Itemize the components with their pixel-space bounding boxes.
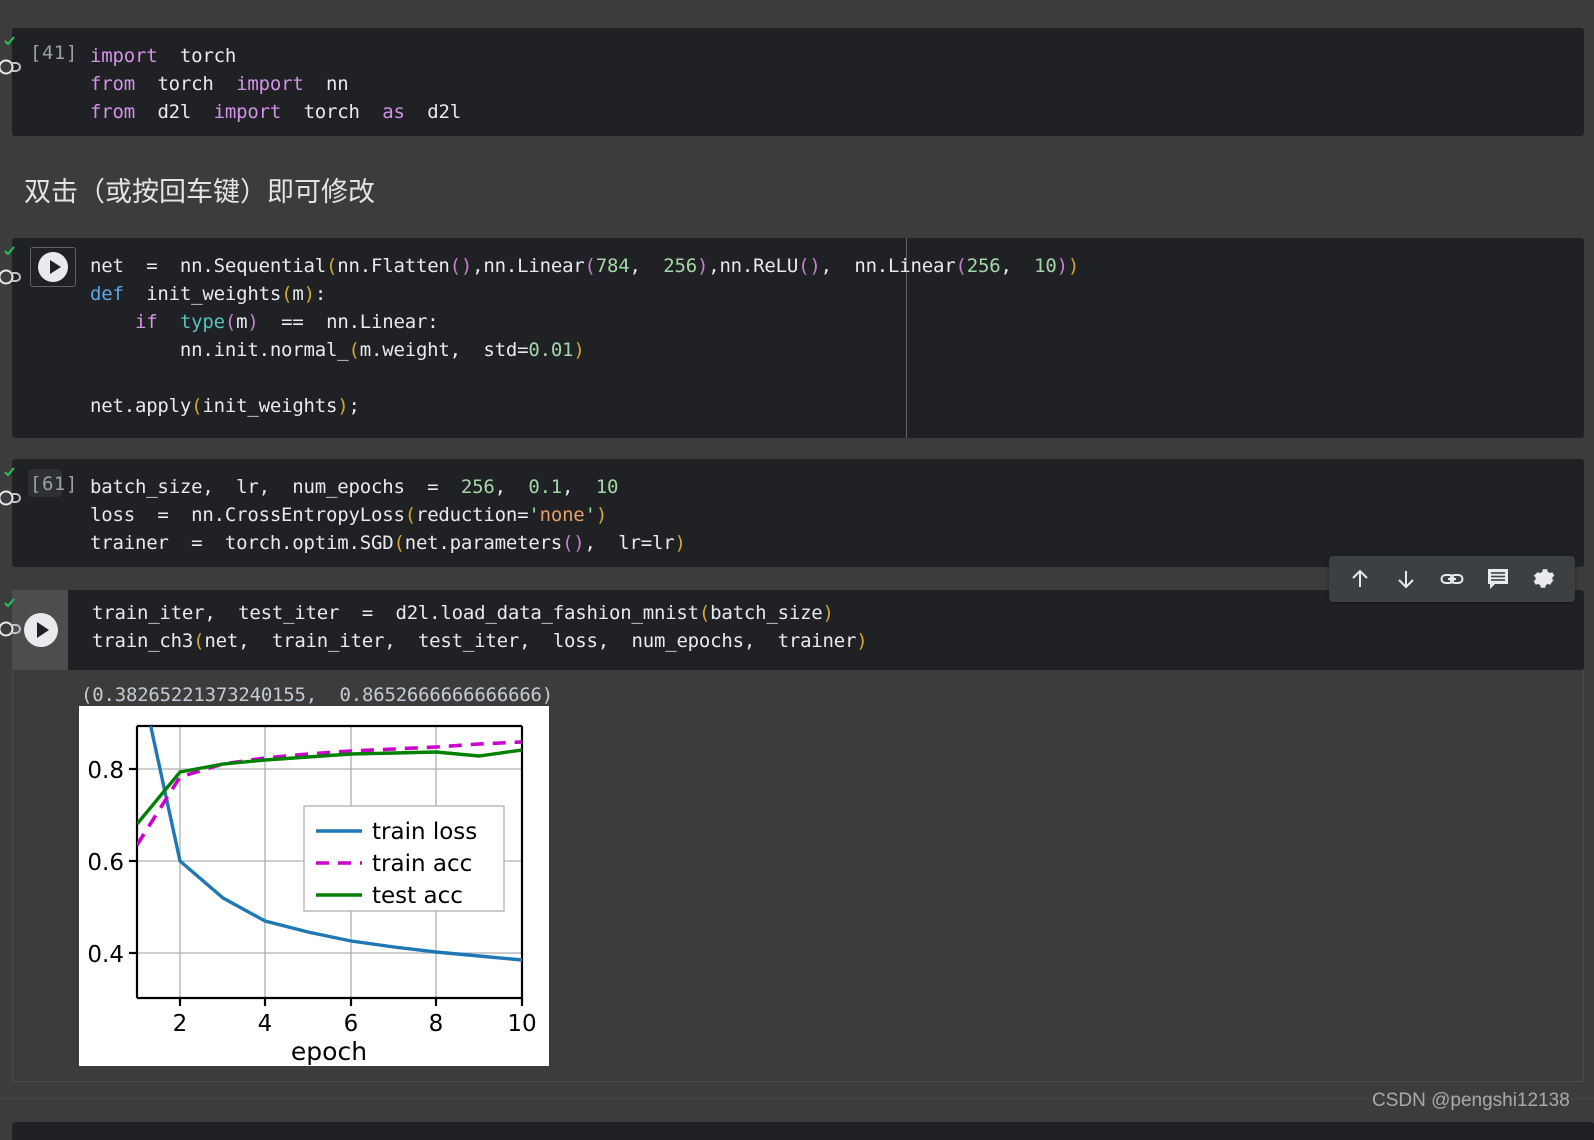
code-content-hyperparams[interactable]: batch_size, lr, num_epochs = 256, 0.1, 1… — [90, 473, 686, 557]
svg-text:6: 6 — [344, 1011, 359, 1037]
cell-status-check-icon-2 — [4, 246, 15, 256]
svg-text:0.6: 0.6 — [87, 850, 124, 876]
cell-link-handle-icon-3[interactable] — [0, 487, 22, 509]
move-cell-up-icon — [1352, 569, 1368, 587]
link-icon — [1440, 574, 1464, 584]
cell-link-handle-icon-2[interactable] — [0, 266, 22, 288]
svg-text:0.8: 0.8 — [87, 758, 124, 784]
output-stdout-text: (0.38265221373240155, 0.8652666666666666… — [81, 684, 554, 706]
code-cell-imports[interactable]: [41] import torch from torch import nn f… — [12, 28, 1584, 136]
svg-text:8: 8 — [429, 1011, 444, 1037]
code-content-net[interactable]: net = nn.Sequential(nn.Flatten(),nn.Line… — [90, 252, 1079, 420]
legend-label-train-loss: train loss — [372, 819, 477, 845]
matplotlib-figure: 0.8 0.6 0.4 2 4 6 8 10 epoch train loss … — [79, 706, 549, 1066]
link-to-cell-button[interactable] — [1429, 556, 1475, 602]
code-cell-net[interactable]: net = nn.Sequential(nn.Flatten(),nn.Line… — [12, 238, 1584, 438]
cell-status-check-icon-3 — [4, 467, 15, 477]
move-cell-down-button[interactable] — [1383, 556, 1429, 602]
svg-text:10: 10 — [507, 1011, 536, 1037]
play-icon-train — [37, 622, 49, 638]
execution-count-label: [41] — [30, 42, 78, 64]
cell-status-check-icon — [4, 36, 15, 46]
code-content-imports[interactable]: import torch from torch import nn from d… — [90, 42, 461, 126]
cell-settings-button[interactable] — [1521, 556, 1567, 602]
play-icon — [49, 260, 61, 274]
code-content-train[interactable]: train_iter, test_iter = d2l.load_data_fa… — [92, 599, 868, 655]
legend-label-test-acc: test acc — [372, 883, 463, 909]
notebook-page: [41] import torch from torch import nn f… — [0, 0, 1594, 1140]
gear-icon — [1533, 569, 1555, 588]
svg-text:0.4: 0.4 — [87, 942, 124, 968]
run-cell-button-train[interactable] — [24, 613, 58, 647]
page-seam-divider — [0, 1098, 1594, 1099]
run-cell-button[interactable] — [38, 252, 68, 282]
move-cell-down-icon — [1398, 571, 1414, 589]
cell-link-handle-icon-4[interactable] — [0, 618, 22, 640]
cell-status-check-icon-4 — [4, 598, 15, 608]
add-comment-button[interactable] — [1475, 556, 1521, 602]
next-cell-strip[interactable] — [12, 1122, 1594, 1140]
code-cell-train[interactable]: train_iter, test_iter = d2l.load_data_fa… — [12, 590, 1584, 670]
comment-icon — [1488, 569, 1508, 589]
cell-output-area: (0.38265221373240155, 0.8652666666666666… — [12, 670, 1584, 1082]
watermark-text: CSDN @pengshi12138 — [1372, 1090, 1570, 1111]
svg-text:2: 2 — [173, 1011, 188, 1037]
svg-text:4: 4 — [258, 1011, 273, 1037]
move-cell-up-button[interactable] — [1337, 556, 1383, 602]
svg-text:epoch: epoch — [291, 1037, 367, 1066]
cell-toolbar[interactable] — [1329, 556, 1575, 602]
markdown-cell-text[interactable]: 双击（或按回车键）即可修改 — [24, 170, 375, 209]
plot-svg: 0.8 0.6 0.4 2 4 6 8 10 epoch train loss … — [79, 706, 549, 1066]
execution-count-label-2: [61] — [30, 473, 78, 495]
code-cell-hyperparams[interactable]: [61] batch_size, lr, num_epochs = 256, 0… — [12, 459, 1584, 567]
cell-link-handle-icon[interactable] — [0, 56, 22, 78]
legend-label-train-acc: train acc — [372, 851, 472, 877]
